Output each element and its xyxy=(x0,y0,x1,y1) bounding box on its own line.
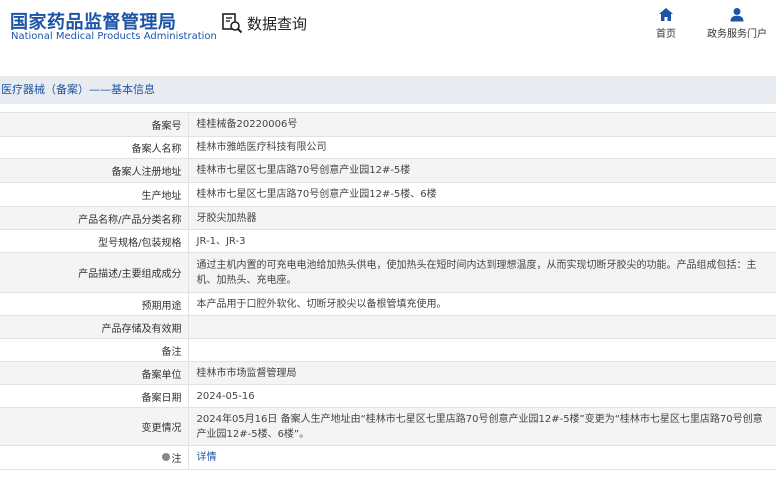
row-value xyxy=(188,315,776,339)
row-value: 2024年05月16日 备案人生产地址由“桂林市七星区七里店路70号创意产业园1… xyxy=(188,407,776,446)
row-value: JR-1、JR-3 xyxy=(188,229,776,253)
row-value: 通过主机内置的可充电电池给加热头供电，使加热头在短时间内达到理想温度，从而实现切… xyxy=(188,252,776,293)
note-label-group: 注 xyxy=(161,450,182,465)
table-row: 备案日期 2024-05-16 xyxy=(0,384,776,408)
table-row: 备案人名称 桂林市雅皓医疗科技有限公司 xyxy=(0,136,776,159)
site-logo-subtitle: National Medical Products Administration xyxy=(11,31,217,42)
document-search-icon xyxy=(222,13,243,34)
table-row: 备注 xyxy=(0,338,776,362)
row-value: 牙胶尖加热器 xyxy=(188,206,776,230)
table-row: 备案号 桂桂械备20220006号 xyxy=(0,112,776,137)
record-info-table: 备案号 桂桂械备20220006号 备案人名称 桂林市雅皓医疗科技有限公司 备案… xyxy=(0,112,776,470)
row-value: 2024-05-16 xyxy=(188,384,776,408)
nav-home-label: 首页 xyxy=(656,29,676,40)
nav-service-portal[interactable]: 政务服务门户 xyxy=(704,7,770,40)
nav-home[interactable]: 首页 xyxy=(650,7,682,40)
row-value: 桂林市市场监督管理局 xyxy=(188,361,776,385)
row-label: 变更情况 xyxy=(0,407,189,446)
row-label: 产品名称/产品分类名称 xyxy=(0,206,189,230)
row-label: 产品存储及有效期 xyxy=(0,315,189,339)
row-label: 备案日期 xyxy=(0,384,189,408)
table-row: 生产地址 桂林市七星区七里店路70号创意产业园12#-5楼、6楼 xyxy=(0,182,776,207)
site-header: 国家药品监督管理局 National Medical Products Admi… xyxy=(0,0,776,62)
table-row: 产品存储及有效期 xyxy=(0,315,776,339)
row-label: 备案单位 xyxy=(0,361,189,385)
row-label: 生产地址 xyxy=(0,182,189,207)
data-query-title: 数据查询 xyxy=(221,12,307,34)
table-row: 预期用途 本产品用于口腔外软化、切断牙胶尖以备根管填充使用。 xyxy=(0,292,776,316)
row-label-note: 注 xyxy=(0,445,189,470)
row-label: 备注 xyxy=(0,338,189,362)
row-label: 备案人注册地址 xyxy=(0,158,189,183)
nav-service-portal-label: 政务服务门户 xyxy=(707,29,767,40)
row-value: 桂桂械备20220006号 xyxy=(188,112,776,137)
location-pin-icon xyxy=(161,452,170,461)
table-row: 备案人注册地址 桂林市七星区七里店路70号创意产业园12#-5楼 xyxy=(0,158,776,183)
row-value xyxy=(188,338,776,362)
row-label: 备案号 xyxy=(0,112,189,137)
table-row: 型号规格/包装规格 JR-1、JR-3 xyxy=(0,229,776,253)
note-label: 注 xyxy=(171,454,182,465)
data-query-label: 数据查询 xyxy=(247,14,308,33)
table-row: 注 详情 xyxy=(0,445,776,470)
table-row: 产品描述/主要组成成分 通过主机内置的可充电电池给加热头供电，使加热头在短时间内… xyxy=(0,252,776,293)
details-link[interactable]: 详情 xyxy=(197,452,217,463)
table-row: 产品名称/产品分类名称 牙胶尖加热器 xyxy=(0,206,776,230)
table-row: 变更情况 2024年05月16日 备案人生产地址由“桂林市七星区七里店路70号创… xyxy=(0,407,776,446)
row-label: 产品描述/主要组成成分 xyxy=(0,252,189,293)
row-value: 桂林市七星区七里店路70号创意产业园12#-5楼 xyxy=(188,158,776,183)
user-icon xyxy=(730,8,744,22)
row-label: 备案人名称 xyxy=(0,136,189,159)
table-row: 备案单位 桂林市市场监督管理局 xyxy=(0,361,776,385)
row-value: 本产品用于口腔外软化、切断牙胶尖以备根管填充使用。 xyxy=(188,292,776,316)
row-value: 桂林市七星区七里店路70号创意产业园12#-5楼、6楼 xyxy=(188,182,776,207)
row-value: 桂林市雅皓医疗科技有限公司 xyxy=(188,136,776,159)
row-label: 型号规格/包装规格 xyxy=(0,229,189,253)
breadcrumb: 医疗器械（备案）——基本信息 xyxy=(0,76,776,104)
row-value: 详情 xyxy=(188,445,776,470)
header-separator xyxy=(0,62,776,76)
home-icon xyxy=(659,8,673,21)
row-label: 预期用途 xyxy=(0,292,189,316)
